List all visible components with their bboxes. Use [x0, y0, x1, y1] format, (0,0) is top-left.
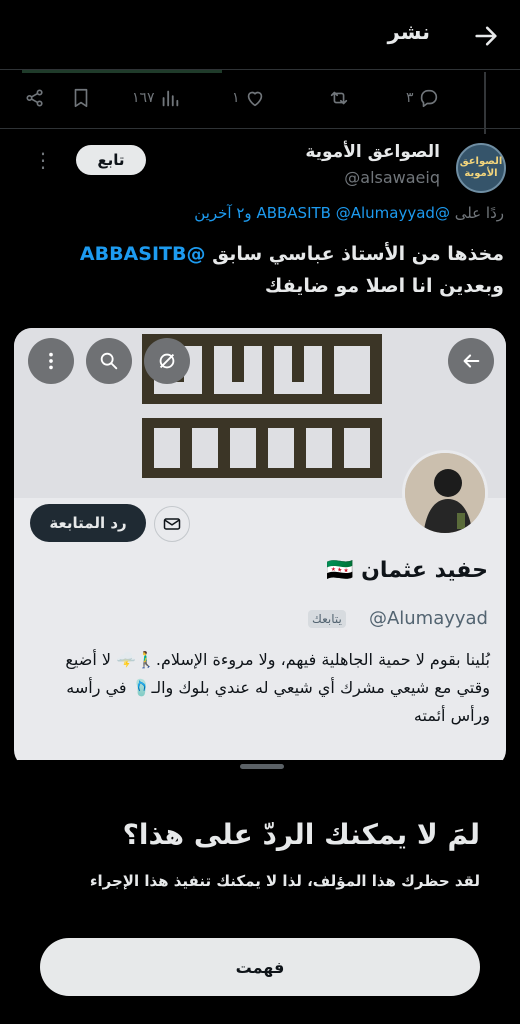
retweet-icon — [330, 91, 348, 105]
more-options-icon[interactable]: ⋮ — [33, 148, 53, 172]
top-bar: نشر — [0, 0, 520, 73]
card-search-icon — [86, 338, 132, 384]
attached-image[interactable]: رد المتابعة حفيد عثمان 🇸🇾 @Alumayyad يتا… — [14, 328, 506, 768]
like-count: ١ — [232, 90, 240, 106]
tweet-text: مخذها من الأستاذ عباسي سابق @ABBASITB وب… — [14, 238, 504, 302]
views-button[interactable]: ١٦٧ — [132, 84, 181, 112]
tweet-text-line1: مخذها من الأستاذ عباسي سابق — [212, 243, 504, 265]
card-more-icon — [28, 338, 74, 384]
views-icon — [162, 90, 178, 107]
sheet-drag-handle[interactable] — [240, 764, 284, 769]
follow-back-button: رد المتابعة — [30, 504, 146, 542]
share-icon — [26, 89, 43, 107]
divider — [0, 128, 520, 129]
replying-users-link[interactable]: @ABBASITB @Alumayyad — [256, 204, 449, 222]
reply-button[interactable]: ٣ — [406, 84, 440, 112]
author-avatar[interactable]: الصواعق الأموية — [456, 143, 506, 193]
follow-button[interactable]: تابع — [76, 145, 146, 175]
profile-avatar — [402, 450, 488, 536]
reply-bubble-icon — [420, 89, 437, 108]
author-name[interactable]: الصواعق الأموية — [305, 142, 440, 162]
heart-icon — [247, 91, 262, 107]
progress-strip — [22, 70, 222, 73]
card-mute-icon — [144, 338, 190, 384]
replying-to: ردًا على @ABBASITB @Alumayyad و٢ آخرين — [194, 204, 504, 222]
share-button[interactable] — [24, 84, 46, 112]
bookmark-button[interactable] — [70, 84, 92, 112]
card-back-icon — [448, 338, 494, 384]
back-arrow-icon[interactable] — [472, 22, 500, 50]
bottom-sheet: لمَ لا يمكنك الردّ على هذا؟ لقد حظرك هذا… — [0, 760, 520, 1024]
reply-count: ٣ — [406, 90, 414, 106]
mail-icon — [154, 506, 190, 542]
bookmark-icon — [74, 88, 88, 108]
replying-others-link[interactable]: و٢ آخرين — [194, 204, 251, 222]
retweet-button[interactable] — [328, 84, 350, 112]
follows-you-badge: يتابعك — [308, 610, 346, 628]
tweet-action-row: ١٦٧ ١ ٣ — [0, 84, 520, 114]
tweet-text-line2: وبعدين انا اصلا مو ضايفك — [264, 275, 504, 297]
profile-bio: بُلينا بقوم لا حمية الجاهلية فيهم، ولا م… — [65, 650, 490, 725]
replying-prefix: ردًا على — [454, 204, 504, 222]
avatar-logo-text: الصواعق الأموية — [459, 156, 503, 179]
page-title: نشر — [387, 20, 430, 44]
sheet-title: لمَ لا يمكنك الردّ على هذا؟ — [122, 818, 480, 851]
profile-handle: @Alumayyad — [368, 608, 488, 629]
like-button[interactable]: ١ — [232, 84, 266, 112]
author-handle[interactable]: @alsawaeiq — [344, 168, 440, 187]
got-it-button[interactable]: فهمت — [40, 938, 480, 996]
views-count: ١٦٧ — [132, 90, 155, 106]
profile-name: حفيد عثمان 🇸🇾 — [326, 558, 488, 583]
sheet-message: لقد حظرك هذا المؤلف، لذا لا يمكنك تنفيذ … — [89, 872, 480, 890]
mention-link[interactable]: @ABBASITB — [80, 243, 206, 265]
